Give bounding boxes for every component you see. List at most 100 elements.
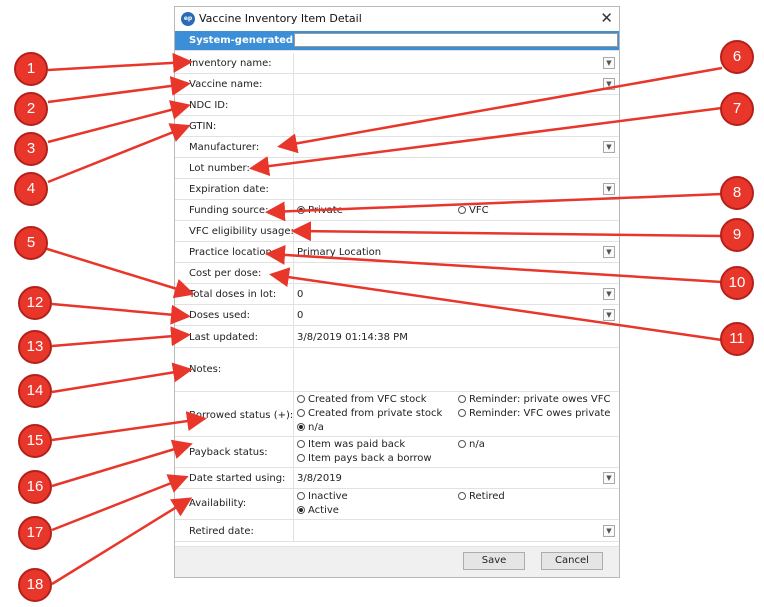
vaccine-name-dropdown[interactable]: ▼ [603, 78, 615, 90]
arrow-1 [47, 52, 193, 73]
payback-paid-radio[interactable]: Item was paid back [297, 439, 405, 450]
arrow-12 [51, 302, 191, 325]
callout-badge-6: 6 [720, 40, 754, 74]
date-started-label: Date started using: [189, 473, 286, 484]
arrow-16 [51, 439, 193, 488]
doses-used-value: 0 [297, 310, 304, 321]
manufacturer-label: Manufacturer: [189, 142, 260, 153]
system-id-row: System-generated ID [175, 31, 619, 51]
vaccine-inventory-dialog: ep Vaccine Inventory Item Detail ✕ Syste… [174, 6, 620, 578]
notes-label: Notes: [189, 364, 222, 375]
callout-badge-15: 15 [18, 424, 52, 458]
cancel-button[interactable]: Cancel [541, 552, 603, 570]
total-doses-row: Total doses in lot: 0 ▼ [175, 284, 619, 305]
last-updated-row: Last updated: 3/8/2019 01:14:38 PM [175, 326, 619, 348]
callout-badge-9: 9 [720, 218, 754, 252]
practice-location-row: Practice location: Primary Location ▼ [175, 242, 619, 263]
window-title: Vaccine Inventory Item Detail [199, 12, 362, 25]
vaccine-name-label: Vaccine name: [189, 79, 263, 90]
arrow-5 [43, 246, 195, 299]
availability-retired-radio[interactable]: Retired [458, 491, 505, 502]
borrowed-private-stock-radio[interactable]: Created from private stock [297, 408, 442, 419]
borrowed-vfc-stock-radio[interactable]: Created from VFC stock [297, 394, 427, 405]
date-started-dropdown[interactable]: ▼ [603, 472, 615, 484]
payback-status-label: Payback status: [189, 447, 268, 458]
dialog-footer: Save Cancel [175, 546, 619, 577]
arrow-2 [47, 76, 191, 104]
gtin-row: GTIN: [175, 116, 619, 137]
expiration-date-dropdown[interactable]: ▼ [603, 183, 615, 195]
total-doses-label: Total doses in lot: [189, 289, 277, 300]
system-id-field[interactable] [294, 33, 618, 47]
practice-location-label: Practice location: [189, 247, 276, 258]
system-id-label: System-generated ID [189, 35, 309, 46]
borrowed-status-label: Borrowed status (+): [189, 410, 294, 421]
manufacturer-dropdown[interactable]: ▼ [603, 141, 615, 153]
availability-label: Availability: [189, 498, 247, 509]
callout-badge-10: 10 [720, 266, 754, 300]
title-bar: ep Vaccine Inventory Item Detail ✕ [175, 7, 619, 31]
date-started-row: Date started using: 3/8/2019 ▼ [175, 468, 619, 489]
gtin-label: GTIN: [189, 121, 217, 132]
availability-inactive-radio[interactable]: Inactive [297, 491, 348, 502]
arrow-13 [51, 326, 191, 348]
arrow-3 [47, 100, 191, 144]
expiration-date-label: Expiration date: [189, 184, 269, 195]
borrowed-vfc-owes-radio[interactable]: Reminder: VFC owes private [458, 408, 610, 419]
last-updated-label: Last updated: [189, 332, 258, 343]
cost-per-dose-row: Cost per dose: [175, 263, 619, 284]
callout-badge-11: 11 [720, 322, 754, 356]
availability-active-radio[interactable]: Active [297, 505, 339, 516]
arrow-4 [47, 123, 191, 184]
callout-badge-4: 4 [14, 172, 48, 206]
close-icon[interactable]: ✕ [600, 9, 613, 27]
total-doses-value: 0 [297, 289, 304, 300]
funding-vfc-radio[interactable]: VFC [458, 205, 489, 216]
borrowed-status-row: Borrowed status (+): Created from VFC st… [175, 392, 619, 437]
practice-location-value: Primary Location [297, 247, 382, 258]
lot-number-label: Lot number: [189, 163, 250, 174]
practice-location-dropdown[interactable]: ▼ [603, 246, 615, 258]
vfc-eligibility-row: VFC eligibility usage: [175, 221, 619, 242]
lot-number-row: Lot number: [175, 158, 619, 179]
inventory-name-dropdown[interactable]: ▼ [603, 57, 615, 69]
callout-badge-7: 7 [720, 92, 754, 126]
callout-badge-1: 1 [14, 52, 48, 86]
funding-source-row: Funding source: Private VFC [175, 200, 619, 221]
ndc-id-label: NDC ID: [189, 100, 229, 111]
doses-used-row: Doses used: 0 ▼ [175, 305, 619, 326]
callout-badge-3: 3 [14, 132, 48, 166]
inventory-name-row: Inventory name: ▼ [175, 53, 619, 74]
expiration-date-row: Expiration date: ▼ [175, 179, 619, 200]
borrowed-na-radio[interactable]: n/a [297, 422, 324, 433]
payback-status-row: Payback status: Item was paid back Item … [175, 437, 619, 468]
retired-date-dropdown[interactable]: ▼ [603, 525, 615, 537]
arrow-14 [51, 362, 193, 394]
inventory-name-label: Inventory name: [189, 58, 272, 69]
date-started-value: 3/8/2019 [297, 473, 342, 484]
ndc-id-row: NDC ID: [175, 95, 619, 116]
arrow-17 [51, 474, 189, 532]
notes-row: Notes: [175, 348, 619, 392]
callout-badge-13: 13 [18, 330, 52, 364]
callout-badge-18: 18 [18, 568, 52, 602]
callout-badge-17: 17 [18, 516, 52, 550]
doses-used-label: Doses used: [189, 310, 250, 321]
callout-badge-12: 12 [18, 286, 52, 320]
vfc-eligibility-label: VFC eligibility usage: [189, 226, 294, 237]
doses-used-dropdown[interactable]: ▼ [603, 309, 615, 321]
last-updated-value: 3/8/2019 01:14:38 PM [297, 332, 408, 343]
funding-private-radio[interactable]: Private [297, 205, 343, 216]
callout-badge-5: 5 [14, 226, 48, 260]
borrowed-private-owes-radio[interactable]: Reminder: private owes VFC [458, 394, 610, 405]
manufacturer-row: Manufacturer: ▼ [175, 137, 619, 158]
retired-date-row: Retired date: ▼ [175, 520, 619, 542]
total-doses-dropdown[interactable]: ▼ [603, 288, 615, 300]
save-button[interactable]: Save [463, 552, 525, 570]
payback-pays-radio[interactable]: Item pays back a borrow [297, 453, 432, 464]
callout-badge-16: 16 [18, 470, 52, 504]
callout-badge-2: 2 [14, 92, 48, 126]
payback-na-radio[interactable]: n/a [458, 439, 485, 450]
retired-date-label: Retired date: [189, 526, 254, 537]
callout-badge-8: 8 [720, 176, 754, 210]
